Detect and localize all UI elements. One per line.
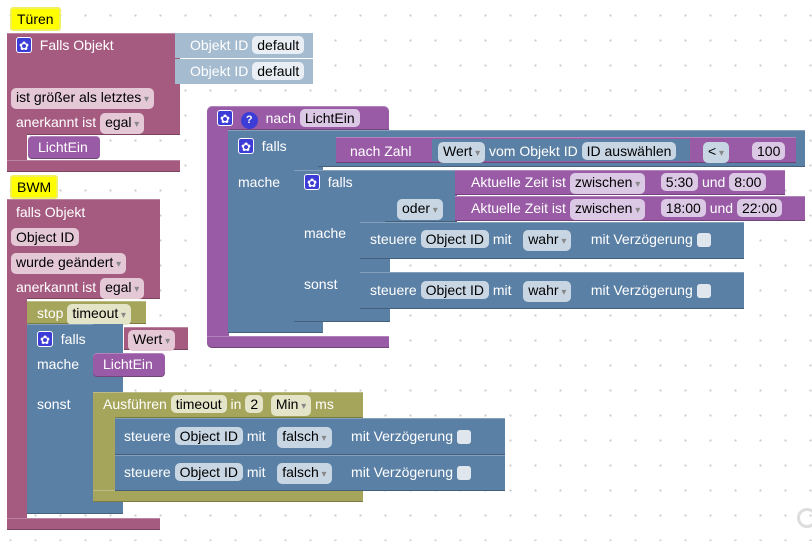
ack-label: anerkannt ist (16, 279, 97, 295)
block-arm (207, 129, 229, 341)
object-field[interactable]: Object ID (420, 281, 489, 299)
block-header (93, 324, 123, 348)
time-from-field[interactable]: 18:00 (660, 199, 706, 217)
and-label: und (701, 174, 726, 190)
control-label: steuere (124, 464, 171, 480)
gear-icon[interactable]: ✿ (304, 174, 320, 190)
in-label: in (230, 396, 242, 412)
call-label: LichtEin (38, 139, 88, 155)
object-field[interactable]: Object ID (11, 228, 80, 246)
else-label: sonst (37, 396, 71, 412)
run-label: Ausführen (103, 396, 167, 412)
ack-label: anerkannt ist (16, 114, 97, 130)
value-dropdown[interactable]: falsch (277, 463, 332, 484)
object-id-label: Objekt ID (190, 37, 249, 53)
gear-icon[interactable]: ✿ (16, 37, 32, 53)
object-field[interactable]: Object ID (174, 427, 243, 445)
if-label: falls (327, 174, 353, 190)
time-label: Aktuelle Zeit ist (471, 200, 566, 216)
block-bottom (7, 518, 160, 530)
function-label: nach (265, 110, 296, 126)
object-field[interactable]: Object ID (420, 230, 489, 248)
of-object-label: vom Objekt ID (489, 143, 578, 159)
do-label: mache (238, 174, 281, 190)
unit-dropdown[interactable]: Min (270, 395, 312, 416)
to-number-label: nach Zahl (350, 143, 412, 159)
delay-label: mit Verzögerung (590, 231, 693, 247)
gear-icon[interactable]: ✿ (37, 331, 53, 347)
gear-icon[interactable]: ✿ (217, 110, 233, 126)
value-dropdown[interactable]: Wert (128, 330, 176, 351)
recenter-icon[interactable] (797, 508, 812, 528)
stop-label: stop (37, 305, 64, 321)
with-label: mit (492, 282, 512, 298)
ms-label: ms (315, 396, 334, 412)
else-label: sonst (304, 276, 338, 292)
trigger-label: falls Objekt (16, 204, 86, 220)
block-bottom (207, 336, 389, 348)
help-icon[interactable]: ? (240, 112, 258, 129)
gear-icon[interactable]: ✿ (238, 138, 254, 154)
control-label: steuere (370, 231, 417, 247)
control-label: steuere (370, 282, 417, 298)
object-field[interactable]: Object ID (174, 463, 243, 481)
with-label: mit (492, 231, 512, 247)
block-arm (93, 417, 115, 497)
object-id-label: Objekt ID (190, 63, 249, 79)
delay-checkbox[interactable] (456, 430, 471, 445)
trigger-label: Falls Objekt (39, 37, 114, 53)
control-label: steuere (124, 428, 171, 444)
time-label: Aktuelle Zeit ist (471, 174, 566, 190)
with-label: mit (246, 464, 266, 480)
object-id-field[interactable]: default (252, 62, 305, 80)
timeout-dropdown[interactable]: timeout (67, 304, 132, 325)
time-to-field[interactable]: 22:00 (736, 199, 783, 217)
delay-label: mit Verzögerung (351, 464, 453, 480)
time-mode-dropdown[interactable]: zwischen (569, 173, 646, 194)
if-label: falls (60, 331, 86, 347)
id-select-field[interactable]: ID auswählen (581, 142, 677, 160)
time-mode-dropdown[interactable]: zwischen (569, 199, 646, 220)
value-dropdown[interactable]: wahr (523, 230, 572, 251)
delay-checkbox[interactable] (696, 284, 711, 299)
time-from-field[interactable]: 5:30 (660, 173, 699, 191)
comment-bwm[interactable]: BWM (10, 175, 59, 199)
object-id-field[interactable]: default (252, 36, 305, 54)
do-label: mache (37, 356, 80, 372)
with-label: mit (246, 428, 266, 444)
ack-dropdown[interactable]: egal (100, 278, 145, 299)
property-dropdown[interactable]: Wert (438, 142, 486, 163)
delay-label: mit Verzögerung (351, 428, 453, 444)
delay-checkbox[interactable] (696, 233, 711, 248)
delay-label: mit Verzögerung (590, 282, 693, 298)
delay-checkbox[interactable] (456, 466, 471, 481)
condition-dropdown[interactable]: wurde geändert (11, 253, 127, 274)
block-bottom (7, 160, 180, 172)
delay-field[interactable]: 2 (245, 395, 264, 413)
time-to-field[interactable]: 8:00 (729, 173, 767, 191)
or-dropdown[interactable]: oder (397, 199, 443, 220)
block-arm (7, 298, 27, 523)
number-field[interactable]: 100 (752, 142, 786, 160)
and-label: und (709, 200, 734, 216)
ack-dropdown[interactable]: egal (100, 113, 145, 134)
function-name-field[interactable]: LichtEin (299, 109, 360, 127)
comment-tueren[interactable]: Türen (10, 7, 61, 31)
condition-dropdown[interactable]: ist größer als letztes (11, 88, 155, 109)
timeout-name-field[interactable]: timeout (170, 395, 227, 413)
if-label: falls (261, 138, 287, 154)
call-label: LichtEin (103, 356, 153, 372)
value-dropdown[interactable]: wahr (523, 281, 572, 302)
block-bottom (93, 490, 363, 502)
do-label: mache (304, 225, 347, 241)
operator-dropdown[interactable]: < (703, 142, 729, 163)
value-dropdown[interactable]: falsch (277, 427, 332, 448)
